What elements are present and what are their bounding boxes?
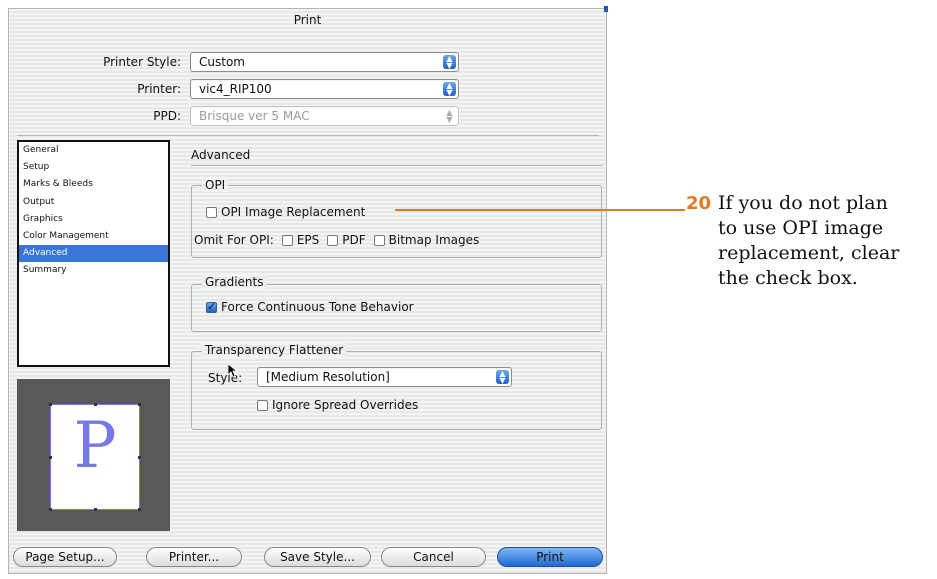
- arrow-cursor-icon: [228, 364, 238, 378]
- callout-line-4: the check box.: [718, 267, 858, 289]
- popup-arrows-icon: ▲ ▼: [446, 108, 453, 124]
- section-divider: [191, 165, 603, 166]
- opi-image-replacement-label: OPI Image Replacement: [221, 205, 366, 219]
- preview-handle: [49, 403, 52, 406]
- preview-handle: [94, 508, 97, 511]
- list-item-setup[interactable]: Setup: [19, 159, 168, 176]
- omit-pdf-label: PDF: [342, 233, 366, 247]
- flattener-style-value: [Medium Resolution]: [266, 370, 390, 384]
- ppd-label: PPD:: [153, 109, 181, 123]
- divider: [17, 135, 599, 136]
- preview-letter: P: [73, 409, 117, 483]
- printer-button[interactable]: Printer...: [146, 547, 242, 567]
- callout-line-1: If you do not plan: [718, 192, 888, 214]
- opi-image-replacement-row[interactable]: OPI Image Replacement: [206, 205, 365, 219]
- list-item-general[interactable]: General: [19, 142, 168, 159]
- dialog-title: Print: [293, 13, 322, 27]
- ppd-popup: Brisque ver 5 MAC ▲ ▼: [190, 106, 459, 126]
- popup-arrows-icon: ▲ ▼: [443, 55, 456, 70]
- omit-for-opi-row: Omit For OPI: EPS PDF Bitmap Images: [194, 233, 479, 247]
- page-preview: P: [17, 379, 170, 531]
- window-corner: [604, 6, 608, 12]
- force-continuous-row[interactable]: Force Continuous Tone Behavior: [206, 300, 414, 314]
- printer-value: vic4_RIP100: [199, 82, 272, 96]
- printer-style-value: Custom: [199, 55, 245, 69]
- callout-number: 20: [686, 193, 712, 214]
- omit-bitmap-label: Bitmap Images: [388, 233, 480, 247]
- list-item-graphics[interactable]: Graphics: [19, 211, 168, 228]
- ppd-value: Brisque ver 5 MAC: [199, 109, 310, 123]
- preview-handle: [49, 456, 52, 459]
- checkbox-icon[interactable]: [281, 234, 293, 246]
- flattener-style-popup[interactable]: [Medium Resolution] ▲ ▼: [257, 367, 512, 387]
- preview-handle: [138, 403, 141, 406]
- printer-style-label: Printer Style:: [103, 55, 181, 69]
- preview-handle: [49, 508, 52, 511]
- list-item-advanced[interactable]: Advanced: [19, 245, 168, 263]
- checkbox-icon[interactable]: [206, 206, 217, 218]
- list-item-output[interactable]: Output: [19, 194, 168, 211]
- checkbox-icon[interactable]: [206, 300, 217, 313]
- print-dialog: Print Printer Style: Custom ▲ ▼ Printer: …: [8, 6, 608, 574]
- preview-handle: [138, 508, 141, 511]
- printer-label: Printer:: [137, 82, 181, 96]
- printer-popup[interactable]: vic4_RIP100 ▲ ▼: [190, 79, 459, 99]
- popup-arrows-icon: ▲ ▼: [443, 82, 456, 97]
- preview-page: P: [49, 403, 141, 511]
- section-title: Advanced: [191, 148, 251, 162]
- opi-group: [191, 185, 602, 258]
- callout-line-3: replacement, clear: [718, 242, 900, 264]
- page-setup-button[interactable]: Page Setup...: [13, 547, 117, 567]
- preview-handle: [138, 456, 141, 459]
- ignore-spread-row[interactable]: Ignore Spread Overrides: [257, 398, 418, 412]
- list-item-summary[interactable]: Summary: [19, 262, 168, 279]
- gradients-group-label: Gradients: [202, 275, 267, 289]
- print-button[interactable]: Print: [497, 547, 603, 567]
- callout-line: [395, 209, 685, 211]
- force-continuous-label: Force Continuous Tone Behavior: [221, 300, 414, 314]
- save-style-button[interactable]: Save Style...: [264, 547, 371, 567]
- checkbox-icon[interactable]: [373, 234, 385, 246]
- callout-line-2: to use OPI image: [718, 217, 884, 239]
- omit-for-opi-label: Omit For OPI:: [194, 233, 274, 247]
- printer-style-popup[interactable]: Custom ▲ ▼: [190, 52, 459, 72]
- callout-text: If you do not plan to use OPI image repl…: [718, 191, 937, 291]
- list-item-marks-bleeds[interactable]: Marks & Bleeds: [19, 176, 168, 193]
- popup-arrows-icon: ▲ ▼: [496, 370, 509, 385]
- omit-eps-label: EPS: [296, 233, 320, 247]
- checkbox-icon[interactable]: [257, 399, 268, 411]
- list-item-color-management[interactable]: Color Management: [19, 228, 168, 245]
- transparency-group: [191, 351, 602, 430]
- opi-group-label: OPI: [202, 178, 229, 192]
- category-list[interactable]: General Setup Marks & Bleeds Output Grap…: [17, 140, 170, 367]
- cancel-button[interactable]: Cancel: [381, 547, 486, 567]
- checkbox-icon[interactable]: [327, 234, 339, 246]
- preview-handle: [94, 403, 97, 406]
- transparency-group-label: Transparency Flattener: [202, 343, 347, 357]
- ignore-spread-label: Ignore Spread Overrides: [272, 398, 419, 412]
